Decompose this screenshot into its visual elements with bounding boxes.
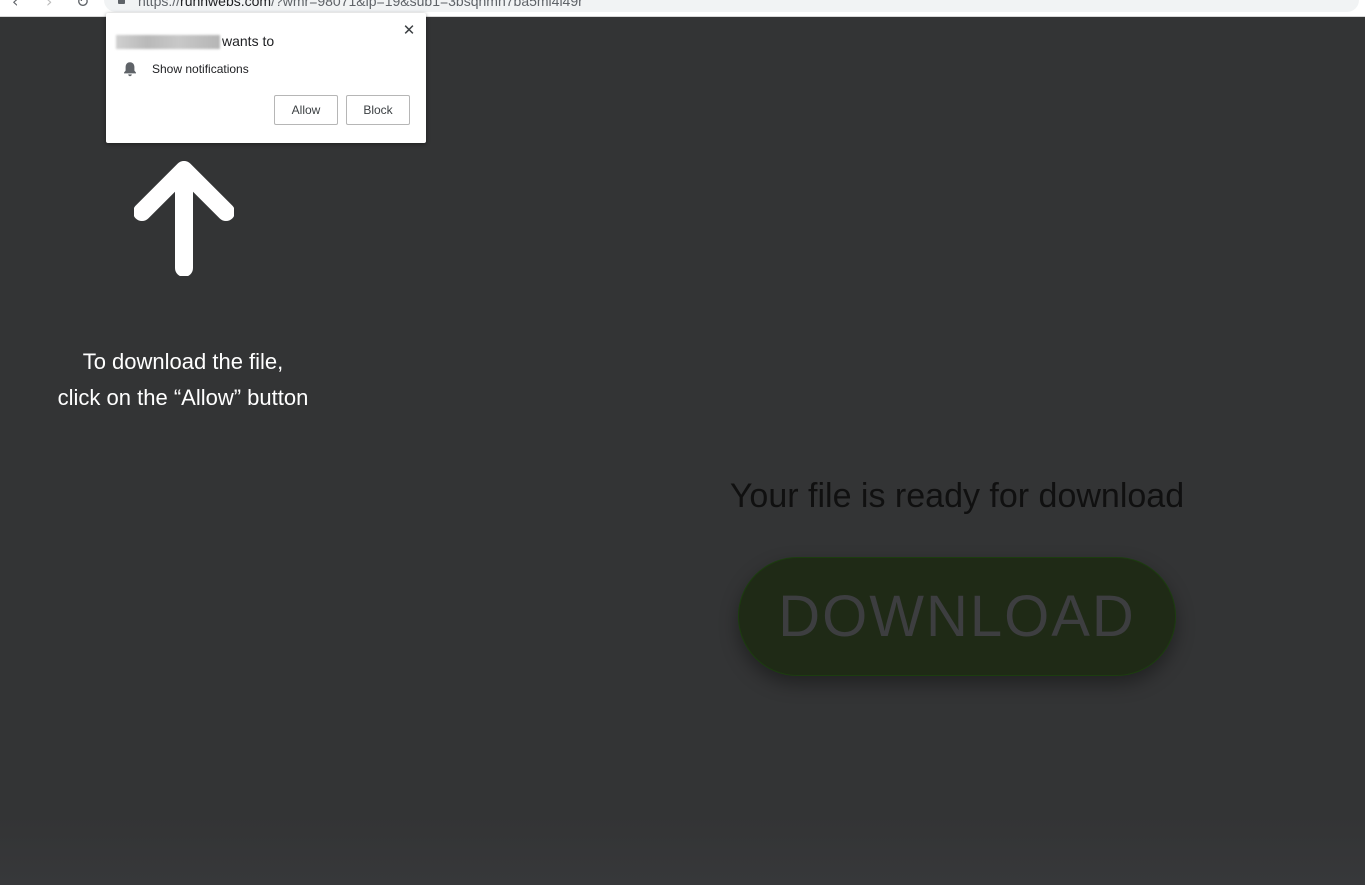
url-path: /?wmr=98071&ip=19&sub1=3bsqnmn7ba5mi4l49… — [271, 0, 583, 9]
bell-icon — [123, 61, 137, 77]
url-text[interactable]: https://runnwebs.com/?wmr=98071&ip=19&su… — [138, 0, 583, 8]
forward-button[interactable]: › — [46, 0, 52, 10]
blurred-site-name — [116, 35, 220, 49]
instruction-text: To download the file, click on the “Allo… — [24, 344, 342, 416]
allow-button[interactable]: Allow — [274, 95, 338, 125]
reload-button[interactable]: ↻ — [76, 0, 89, 10]
back-button[interactable]: ‹ — [12, 0, 18, 10]
lock-icon — [118, 0, 125, 4]
wants-to-label: wants to — [222, 33, 275, 49]
notification-permission-popup: wants to ✕ Show notifications Allow Bloc… — [106, 13, 426, 143]
instruction-line-1: To download the file, — [82, 349, 284, 374]
file-ready-heading: Your file is ready for download — [729, 477, 1185, 515]
block-button[interactable]: Block — [346, 95, 410, 125]
address-bar[interactable]: https://runnwebs.com/?wmr=98071&ip=19&su… — [104, 0, 1359, 12]
page-content: To download the file, click on the “Allo… — [0, 17, 1365, 885]
url-scheme: https:// — [138, 0, 181, 9]
instruction-line-2: click on the “Allow” button — [57, 385, 309, 410]
download-button[interactable]: DOWNLOAD — [738, 557, 1176, 676]
url-host: runnwebs.com — [180, 0, 272, 9]
show-notifications-label: Show notifications — [152, 62, 249, 76]
close-icon[interactable]: ✕ — [400, 21, 418, 39]
arrow-up-icon — [133, 160, 235, 277]
